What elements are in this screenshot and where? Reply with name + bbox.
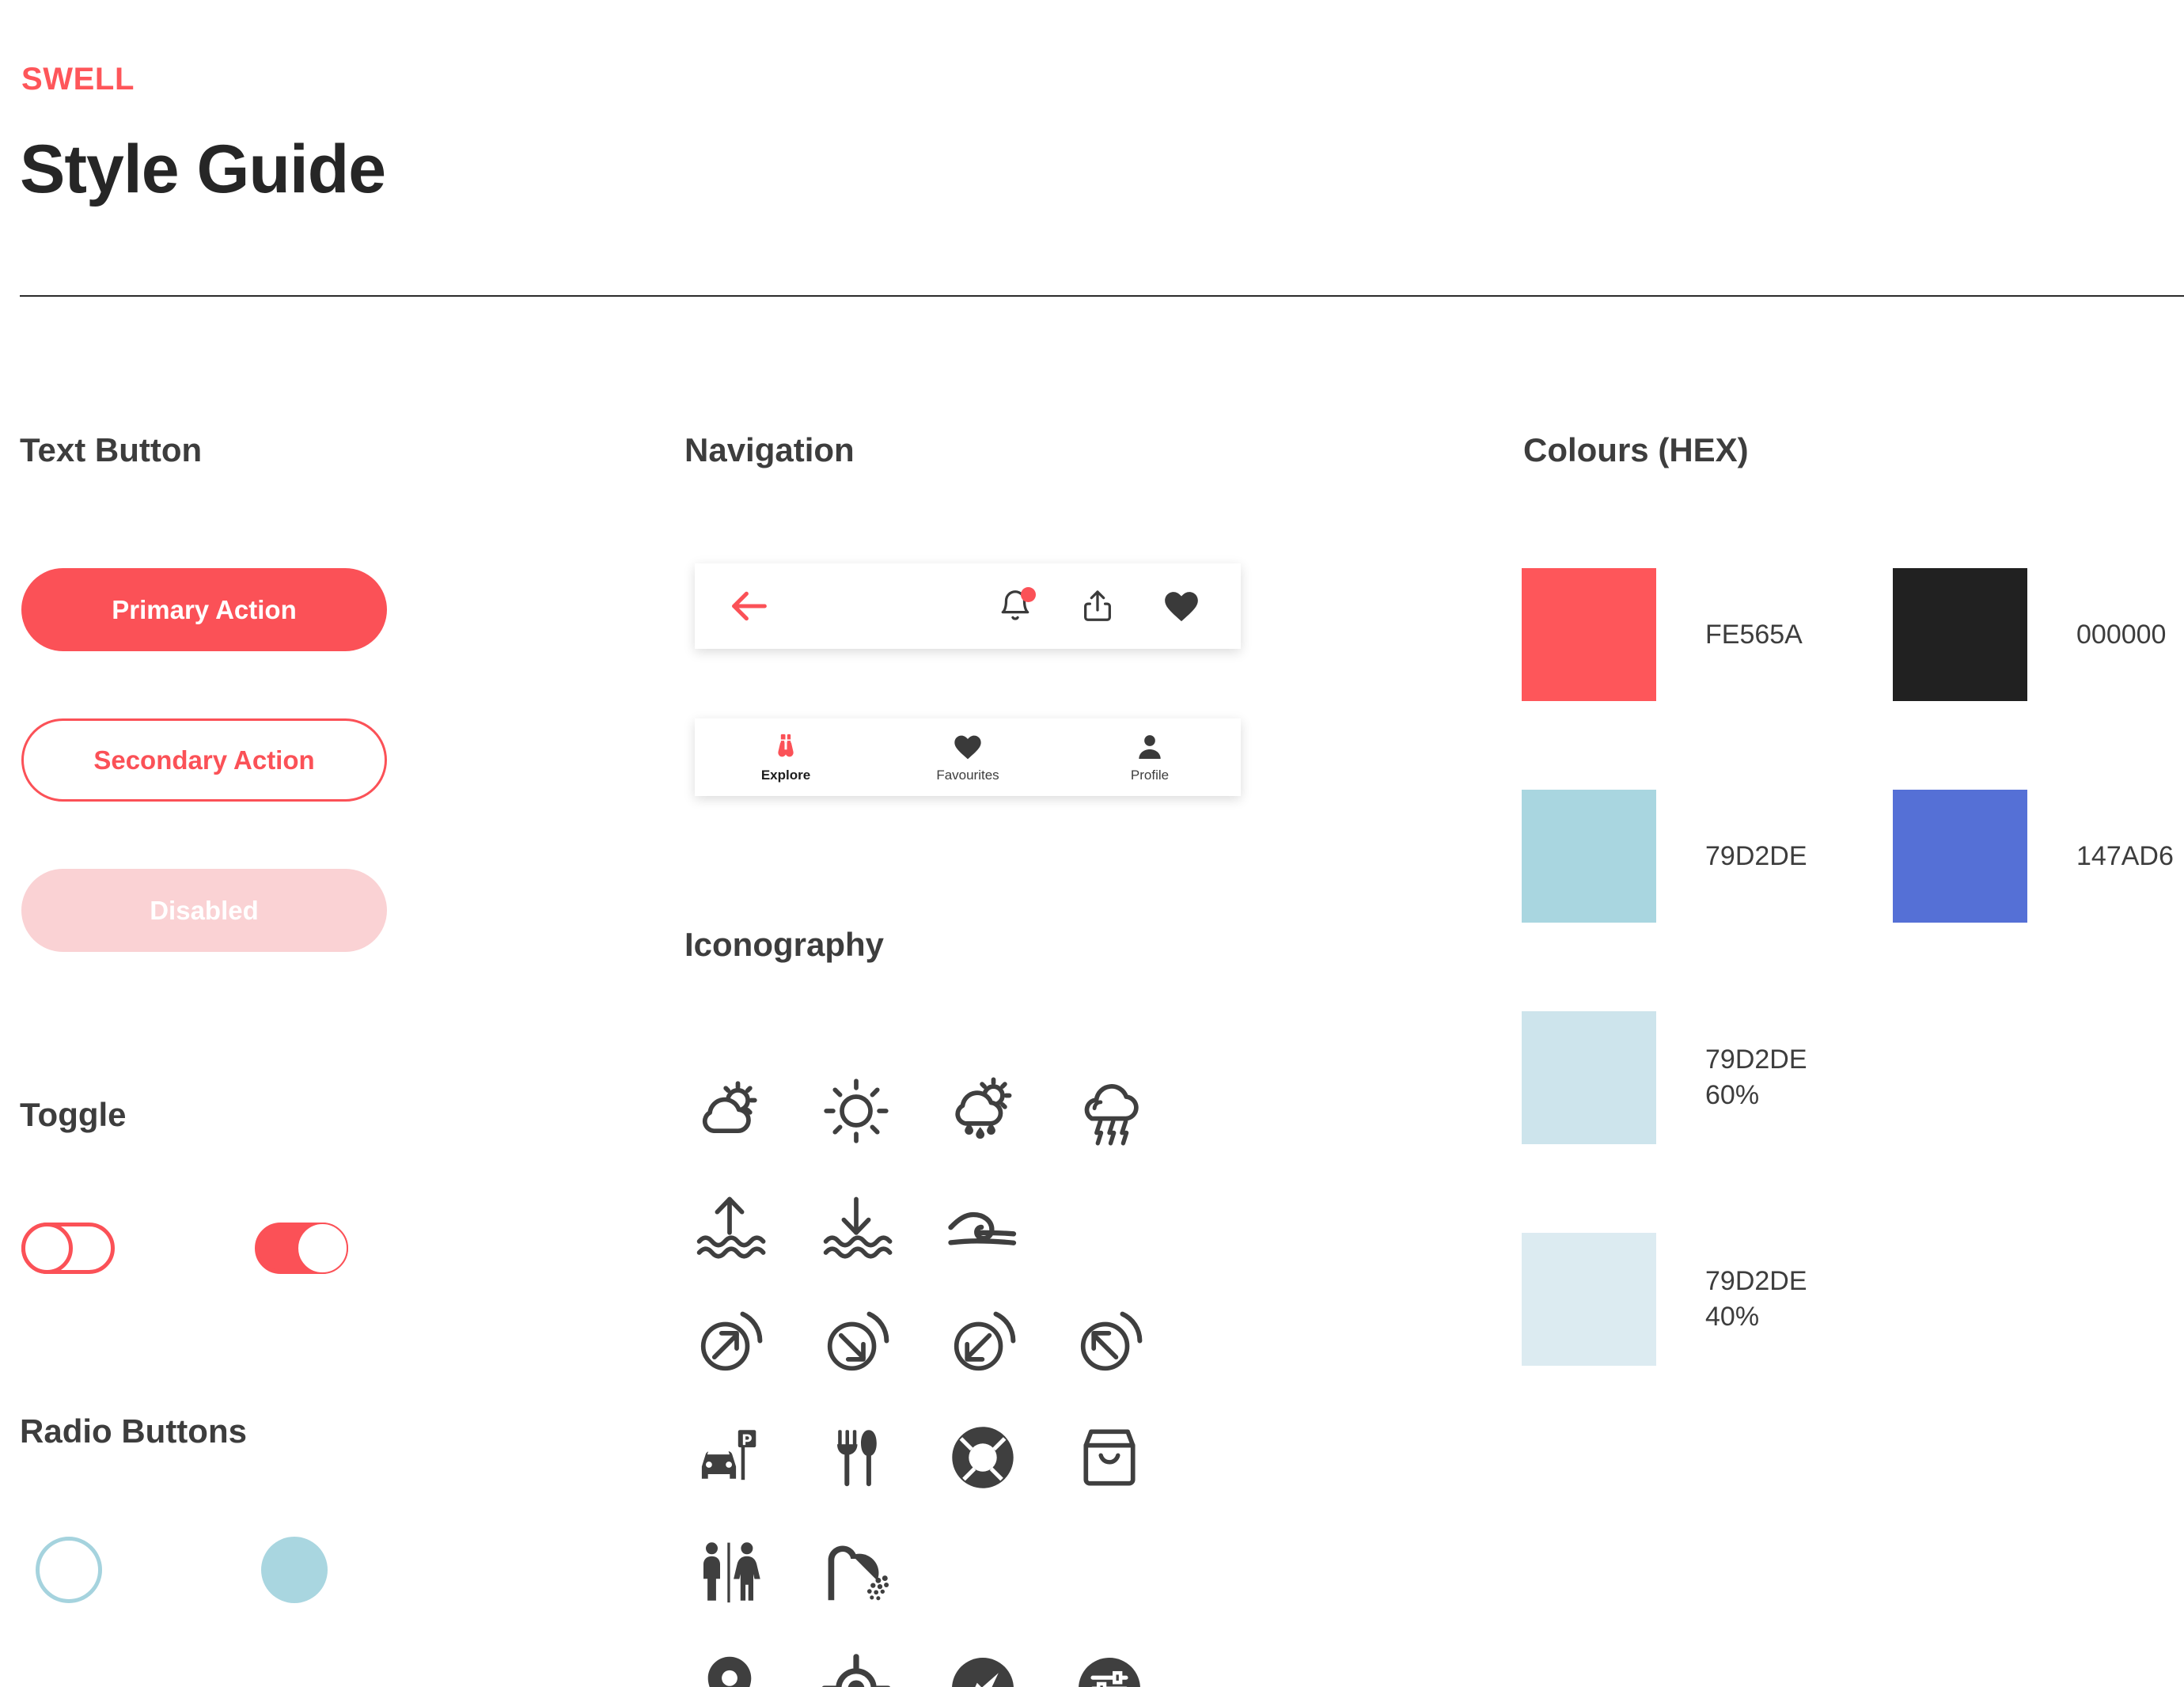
- restrooms-icon: [682, 1526, 809, 1620]
- colour-swatch: [1522, 1011, 1656, 1144]
- wind-northeast-icon: [682, 1295, 809, 1389]
- tab-profile[interactable]: Profile: [1059, 731, 1241, 783]
- section-heading-colours: Colours (HEX): [1523, 431, 1749, 468]
- toggle-knob: [297, 1223, 348, 1274]
- secondary-action-button[interactable]: Secondary Action: [21, 718, 387, 802]
- locate-icon: [809, 1642, 935, 1687]
- grid-spacer: [1062, 1180, 1189, 1273]
- colour-swatch-row: 79D2DE: [1522, 790, 1807, 923]
- grid-spacer: [935, 1526, 1062, 1620]
- section-heading-toggle: Toggle: [20, 1096, 127, 1133]
- top-app-bar: [695, 563, 1241, 649]
- header-divider: [20, 295, 2184, 297]
- colour-hex-label: 79D2DE 60%: [1705, 1044, 1807, 1110]
- colour-swatch-row: 000000: [1893, 568, 2166, 701]
- colour-swatch-row: 147AD6: [1893, 790, 2174, 923]
- tab-favourites-label: Favourites: [936, 768, 999, 783]
- tab-explore-label: Explore: [760, 768, 811, 783]
- colour-hex-label: 79D2DE 40%: [1705, 1266, 1807, 1332]
- sun-icon: [809, 1064, 935, 1158]
- section-heading-navigation: Navigation: [684, 431, 855, 468]
- back-arrow-icon[interactable]: [726, 582, 775, 631]
- heart-icon[interactable]: [1162, 586, 1201, 626]
- section-heading-iconography: Iconography: [684, 926, 885, 963]
- disabled-button: Disabled: [21, 869, 387, 952]
- tab-favourites[interactable]: Favourites: [877, 731, 1059, 783]
- grid-spacer: [1062, 1526, 1189, 1620]
- wave-icon: [935, 1180, 1062, 1273]
- parking-icon: [682, 1411, 809, 1504]
- binoculars-icon: [770, 731, 802, 763]
- filter-icon: [1062, 1642, 1189, 1687]
- colour-swatch: [1522, 1233, 1656, 1366]
- colour-hex-label: 79D2DE: [1705, 840, 1807, 871]
- compass-icon: [935, 1642, 1062, 1687]
- page-title: Style Guide: [20, 131, 386, 207]
- radio-button-unselected[interactable]: [36, 1537, 102, 1603]
- thunderstorm-icon: [1062, 1064, 1189, 1158]
- lifebuoy-icon: [935, 1411, 1062, 1504]
- colour-hex-label: 000000: [2076, 619, 2167, 650]
- share-icon[interactable]: [1079, 588, 1116, 624]
- primary-action-button[interactable]: Primary Action: [21, 568, 387, 651]
- restaurant-icon: [809, 1411, 935, 1504]
- radio-button-selected[interactable]: [261, 1537, 328, 1603]
- section-heading-text-button: Text Button: [20, 431, 203, 468]
- high-tide-icon: [682, 1180, 809, 1273]
- colour-swatch-row: 79D2DE 60%: [1522, 1011, 1807, 1144]
- tab-explore[interactable]: Explore: [695, 731, 877, 783]
- colour-hex-label: 147AD6: [2076, 840, 2174, 871]
- colour-swatch: [1893, 568, 2027, 701]
- brand-wordmark: SWELL: [21, 62, 135, 97]
- toggle-knob: [21, 1223, 73, 1274]
- shop-icon: [1062, 1411, 1189, 1504]
- wind-southeast-icon: [809, 1295, 935, 1389]
- notification-bell-icon[interactable]: [997, 587, 1036, 624]
- bottom-tab-bar: Explore Favourites Profile: [695, 718, 1241, 796]
- wind-southwest-icon: [935, 1295, 1062, 1389]
- notification-badge: [1021, 587, 1036, 602]
- icon-grid: [682, 1064, 1189, 1687]
- colour-swatch: [1522, 568, 1656, 701]
- colour-swatch: [1522, 790, 1656, 923]
- toggle-switch-on[interactable]: [255, 1223, 348, 1274]
- colour-hex-label: FE565A: [1705, 619, 1803, 650]
- tab-profile-label: Profile: [1130, 768, 1170, 783]
- partly-cloudy-icon: [682, 1064, 809, 1158]
- person-icon: [1134, 731, 1166, 763]
- colour-swatch-row: 79D2DE 40%: [1522, 1233, 1807, 1366]
- wind-northwest-icon: [1062, 1295, 1189, 1389]
- toggle-switch-off[interactable]: [21, 1223, 115, 1274]
- low-tide-icon: [809, 1180, 935, 1273]
- style-guide-page: SWELL Style Guide Text Button Primary Ac…: [0, 0, 2184, 1687]
- colour-swatch-row: FE565A: [1522, 568, 1803, 701]
- section-heading-radio-buttons: Radio Buttons: [20, 1412, 247, 1450]
- map-pin-icon: [682, 1642, 809, 1687]
- shower-icon: [809, 1526, 935, 1620]
- rain-sun-icon: [935, 1064, 1062, 1158]
- colour-swatch: [1893, 790, 2027, 923]
- heart-icon: [952, 731, 984, 763]
